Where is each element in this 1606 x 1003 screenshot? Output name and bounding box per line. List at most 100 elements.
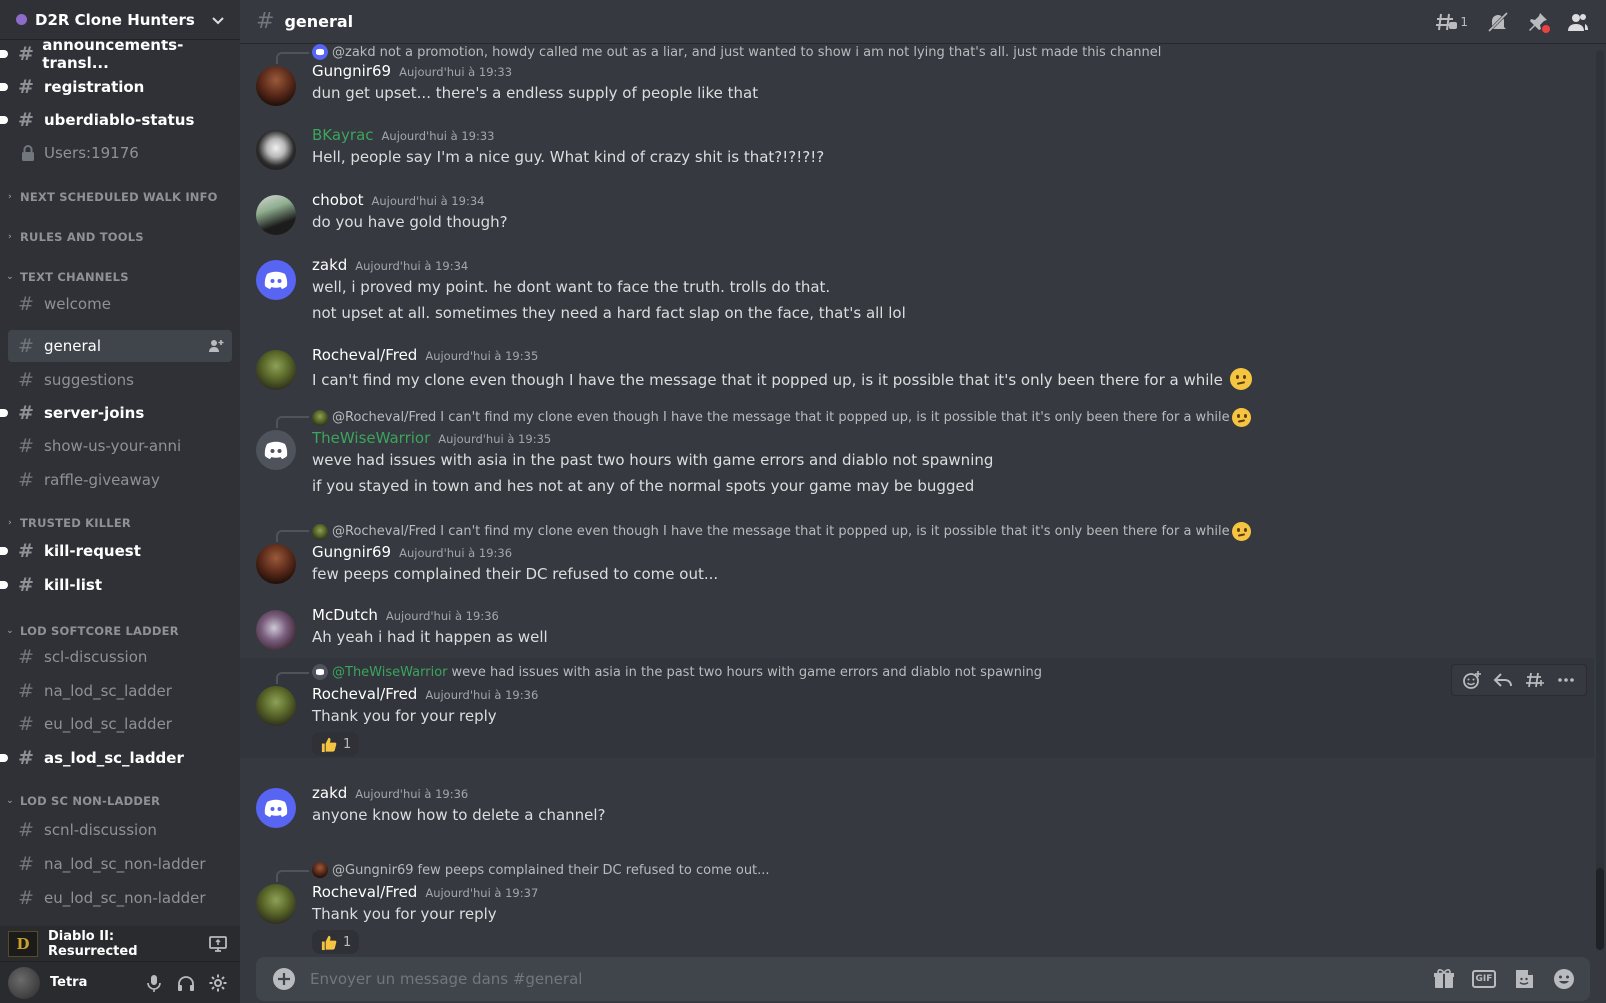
message-author[interactable]: BKayrac Aujourd'hui à 19:33 — [312, 126, 494, 144]
mute-bell-icon[interactable] — [1486, 10, 1510, 34]
message-author[interactable]: zakd Aujourd'hui à 19:36 — [312, 784, 468, 802]
reply-reference[interactable]: @TheWiseWarrior weve had issues with asi… — [276, 664, 1042, 684]
reply-reference[interactable]: @zakd not a promotion, howdy called me o… — [276, 44, 1161, 64]
message-timestamp: Aujourd'hui à 19:36 — [355, 787, 469, 801]
reaction-count: 1 — [343, 736, 352, 752]
channel-header: # general 1 — [240, 0, 1606, 44]
hash-icon: # — [18, 574, 34, 596]
channel-announcements[interactable]: # announcements-transl... — [0, 40, 232, 72]
category-lod-softcore-ladder[interactable]: ⌄ LOD SOFTCORE LADDER — [4, 621, 234, 641]
author-avatar[interactable] — [256, 430, 296, 470]
guild-header[interactable]: D2R Clone Hunters — [0, 0, 240, 40]
author-avatar[interactable] — [256, 788, 296, 828]
channel-eu-lod-sc-ladder[interactable]: # eu_lod_sc_ladder — [8, 708, 232, 740]
message-author[interactable]: Gungnir69 Aujourd'hui à 19:33 — [312, 62, 512, 80]
channel-raffle-giveaway[interactable]: # raffle-giveaway — [8, 464, 232, 496]
author-avatar[interactable] — [256, 884, 296, 924]
channel-label: registration — [44, 78, 145, 96]
chevron-down-icon[interactable] — [210, 12, 226, 28]
author-avatar[interactable] — [256, 686, 296, 726]
message-timestamp: Aujourd'hui à 19:35 — [438, 432, 552, 446]
sticker-icon[interactable] — [1512, 967, 1536, 991]
author-avatar[interactable] — [256, 130, 296, 170]
category-lod-sc-non-ladder[interactable]: ⌄ LOD SC NON-LADDER — [4, 791, 234, 811]
hash-icon: # — [18, 469, 34, 491]
settings-gear-icon[interactable] — [208, 973, 228, 993]
reply-reference[interactable]: @Rocheval/Fred I can't find my clone eve… — [276, 408, 1251, 428]
reply-reference[interactable]: @Gungnir69 few peeps complained their DC… — [276, 862, 770, 882]
category-rules[interactable]: › RULES AND TOOLS — [4, 227, 234, 247]
message-author[interactable]: chobot Aujourd'hui à 19:34 — [312, 191, 484, 209]
headphones-icon[interactable] — [176, 973, 196, 993]
hash-icon: # — [18, 435, 34, 457]
category-walk-info[interactable]: › NEXT SCHEDULED WALK INFO — [4, 187, 234, 207]
author-avatar[interactable] — [256, 66, 296, 106]
upload-plus-icon[interactable] — [272, 967, 296, 991]
create-thread-icon[interactable] — [1525, 670, 1545, 690]
message-author[interactable]: Gungnir69 Aujourd'hui à 19:36 — [312, 543, 512, 561]
author-avatar[interactable] — [256, 260, 296, 300]
channel-server-joins[interactable]: # server-joins — [0, 397, 232, 429]
more-options-icon[interactable] — [1556, 670, 1576, 690]
message-author[interactable]: McDutch Aujourd'hui à 19:36 — [312, 606, 499, 624]
channel-na-lod-sc-non-ladder[interactable]: # na_lod_sc_non-ladder — [8, 848, 232, 880]
author-avatar[interactable] — [256, 195, 296, 235]
emoji-picker-icon[interactable] — [1552, 967, 1576, 991]
author-avatar[interactable] — [256, 544, 296, 584]
hash-icon: # — [18, 887, 34, 909]
scrollbar-thumb[interactable] — [1596, 868, 1604, 950]
channel-kill-list[interactable]: # kill-list — [0, 569, 232, 601]
channel-show-us-your-anni[interactable]: # show-us-your-anni — [8, 430, 232, 462]
reply-avatar — [312, 409, 328, 426]
message-scrollbar[interactable] — [1596, 50, 1604, 950]
channel-general[interactable]: # general — [8, 330, 232, 362]
member-list-icon[interactable] — [1566, 10, 1590, 34]
gift-icon[interactable] — [1432, 967, 1456, 991]
add-reaction-icon[interactable] — [1462, 670, 1482, 690]
invite-member-icon[interactable] — [208, 338, 224, 354]
category-text-channels[interactable]: ⌄ TEXT CHANNELS — [4, 267, 234, 287]
unread-indicator — [0, 547, 8, 555]
reply-reference[interactable]: @Rocheval/Fred I can't find my clone eve… — [276, 522, 1251, 542]
unread-indicator — [0, 581, 8, 589]
gif-picker-button[interactable]: GIF — [1472, 970, 1496, 988]
channel-scnl-discussion[interactable]: # scnl-discussion — [8, 814, 232, 846]
message-author[interactable]: Rocheval/Fred Aujourd'hui à 19:36 — [312, 685, 538, 703]
message-item-hovered[interactable]: @TheWiseWarrior weve had issues with asi… — [240, 658, 1594, 758]
microphone-icon[interactable] — [144, 973, 164, 993]
message-author[interactable]: zakd Aujourd'hui à 19:34 — [312, 256, 468, 274]
channel-suggestions[interactable]: # suggestions — [8, 364, 232, 396]
channel-users-count[interactable]: Users:19176 — [8, 137, 232, 169]
message-text: not upset at all. sometimes they need a … — [312, 304, 906, 322]
channel-uberdiablo-status[interactable]: # uberdiablo-status — [0, 104, 232, 136]
channel-label: welcome — [44, 295, 111, 313]
channel-registration[interactable]: # registration — [0, 71, 232, 103]
hash-icon: # — [18, 646, 34, 668]
channel-scl-discussion[interactable]: # scl-discussion — [8, 641, 232, 673]
reaction-thumbs-up[interactable]: 1 — [312, 732, 360, 756]
message-author[interactable]: TheWiseWarrior Aujourd'hui à 19:35 — [312, 429, 551, 447]
reaction-thumbs-up[interactable]: 1 — [312, 930, 360, 954]
channel-welcome[interactable]: # welcome — [8, 288, 232, 320]
hash-icon: # — [18, 402, 34, 424]
screen-share-icon[interactable] — [208, 934, 228, 954]
pinned-messages-icon[interactable] — [1526, 10, 1550, 34]
message-author[interactable]: Rocheval/Fred Aujourd'hui à 19:35 — [312, 346, 538, 364]
discord-logo-icon — [312, 664, 328, 680]
message-author[interactable]: Rocheval/Fred Aujourd'hui à 19:37 — [312, 883, 538, 901]
message-input[interactable] — [310, 970, 1416, 988]
author-avatar[interactable] — [256, 350, 296, 390]
threads-icon[interactable] — [1434, 10, 1458, 34]
author-avatar[interactable] — [256, 610, 296, 650]
discord-logo-icon — [264, 441, 288, 459]
message-item: @Rocheval/Fred I can't find my clone eve… — [240, 522, 1594, 592]
category-trusted-killer[interactable]: › TRUSTED KILLER — [4, 513, 234, 533]
channel-kill-request[interactable]: # kill-request — [0, 535, 232, 567]
channel-na-lod-sc-ladder[interactable]: # na_lod_sc_ladder — [8, 675, 232, 707]
hash-icon: # — [18, 853, 34, 875]
channel-as-lod-sc-ladder[interactable]: # as_lod_sc_ladder — [0, 742, 232, 774]
message-timestamp: Aujourd'hui à 19:37 — [425, 886, 539, 900]
channel-eu-lod-sc-non-ladder[interactable]: # eu_lod_sc_non-ladder — [8, 882, 232, 914]
user-avatar[interactable] — [8, 966, 40, 999]
reply-arrow-icon[interactable] — [1493, 670, 1513, 690]
